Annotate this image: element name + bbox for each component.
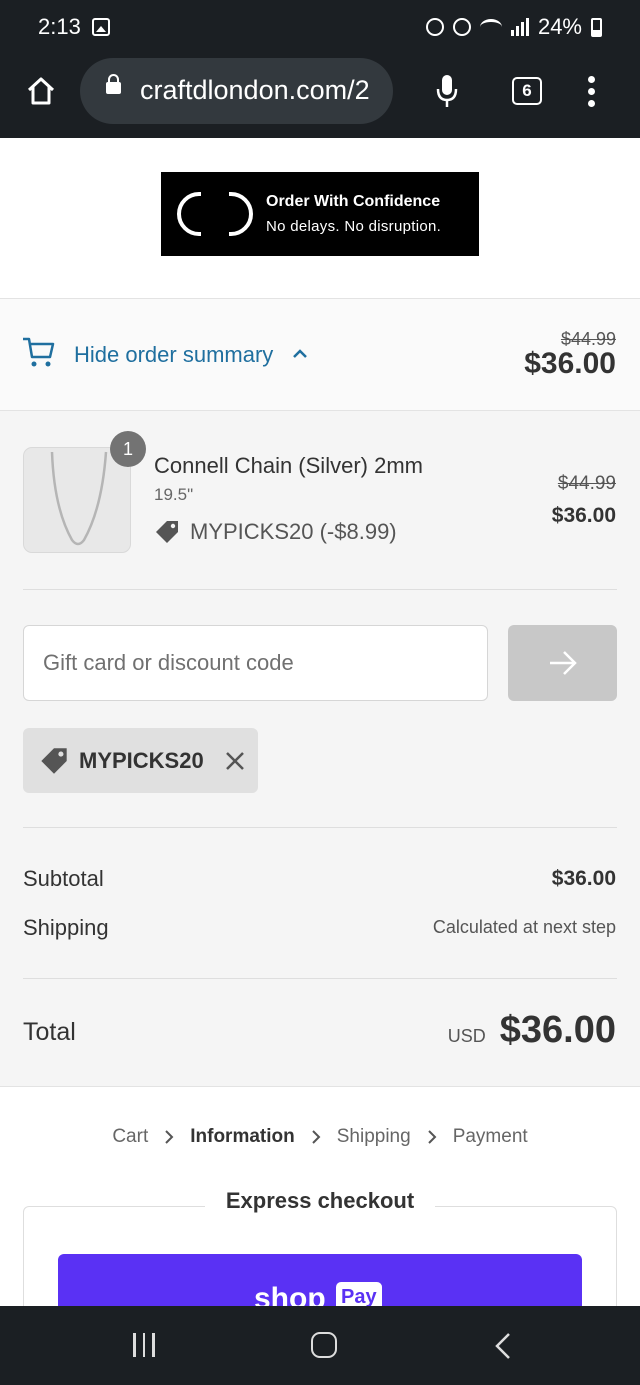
lock-app-icon <box>425 18 444 36</box>
status-time: 2:13 <box>38 14 81 39</box>
brand-logo-icon <box>177 190 253 238</box>
banner-subtitle: No delays. No disruption. <box>266 218 442 235</box>
status-bar: 2:13 24% <box>0 0 640 56</box>
arrow-right-icon <box>550 651 577 675</box>
signal-icon <box>510 18 529 36</box>
wifi-icon <box>479 19 502 35</box>
tab-count-button[interactable]: 6 <box>512 77 542 105</box>
discount-code-input[interactable] <box>23 625 488 701</box>
order-summary-toggle[interactable]: Hide order summary $44.99 $36.00 <box>0 298 640 411</box>
product-variant: 19.5" <box>154 485 194 504</box>
more-menu-icon[interactable] <box>588 76 596 108</box>
applied-code-label: MYPICKS20 <box>79 747 204 773</box>
divider <box>23 978 617 979</box>
chevron-right-icon <box>165 1130 174 1144</box>
close-icon[interactable] <box>224 750 246 772</box>
product-name: Connell Chain (Silver) 2mm <box>154 453 423 478</box>
product-image <box>23 447 131 553</box>
url-text: craftdlondon.com/2 <box>140 75 370 105</box>
tag-icon <box>41 747 67 774</box>
recent-apps-icon[interactable] <box>133 1333 157 1357</box>
cart-icon <box>23 337 55 367</box>
shipping-value: Calculated at next step <box>432 917 616 937</box>
applied-discount-chip: MYPICKS20 <box>23 728 258 793</box>
breadcrumb-payment: Payment <box>452 1126 528 1147</box>
browser-toolbar: craftdlondon.com/2 6 <box>0 56 640 138</box>
banner-title: Order With Confidence <box>266 193 441 210</box>
breadcrumb: Cart Information Shipping Payment <box>0 1126 640 1148</box>
alarm-icon <box>452 18 471 36</box>
product-original-price: $44.99 <box>557 473 616 494</box>
url-bar[interactable]: craftdlondon.com/2 <box>80 58 393 124</box>
breadcrumb-cart[interactable]: Cart <box>112 1126 148 1148</box>
battery-percent: 24% <box>537 14 582 39</box>
subtotal-value: $36.00 <box>551 867 616 890</box>
divider <box>23 827 617 828</box>
quantity-badge: 1 <box>110 431 146 467</box>
confidence-banner: Order With Confidence No delays. No disr… <box>161 172 479 256</box>
order-summary-panel: 1 Connell Chain (Silver) 2mm 19.5" MYPIC… <box>0 411 640 1087</box>
chevron-right-icon <box>312 1130 321 1144</box>
total-currency: USD <box>447 1026 486 1046</box>
product-discount-label: MYPICKS20 (-$8.99) <box>190 519 397 544</box>
image-notification-icon <box>92 18 110 36</box>
battery-icon <box>591 17 602 37</box>
home-button-icon[interactable] <box>311 1332 337 1358</box>
toggle-summary-label[interactable]: Hide order summary <box>74 342 273 368</box>
chevron-right-icon <box>427 1130 437 1144</box>
microphone-icon[interactable] <box>436 74 458 108</box>
apply-discount-button[interactable] <box>508 625 617 701</box>
system-nav-bar <box>0 1306 640 1385</box>
back-icon[interactable] <box>494 1332 512 1360</box>
divider <box>23 589 617 590</box>
summary-price: $36.00 <box>524 347 616 380</box>
breadcrumb-shipping: Shipping <box>336 1126 411 1147</box>
lock-icon <box>106 74 121 94</box>
product-price: $36.00 <box>551 504 616 527</box>
total-label: Total <box>23 1018 76 1046</box>
product-discount: MYPICKS20 (-$8.99) <box>154 519 397 545</box>
tag-icon <box>156 521 178 543</box>
subtotal-label: Subtotal <box>23 866 104 891</box>
status-icons: 24% <box>425 14 602 40</box>
breadcrumb-information: Information <box>190 1126 295 1147</box>
shipping-label: Shipping <box>23 915 109 940</box>
express-checkout-title: Express checkout <box>205 1188 435 1214</box>
total-amount: USD $36.00 <box>448 1009 616 1052</box>
home-icon[interactable] <box>26 76 56 106</box>
chevron-up-icon <box>293 349 307 358</box>
total-value: $36.00 <box>499 1009 616 1051</box>
